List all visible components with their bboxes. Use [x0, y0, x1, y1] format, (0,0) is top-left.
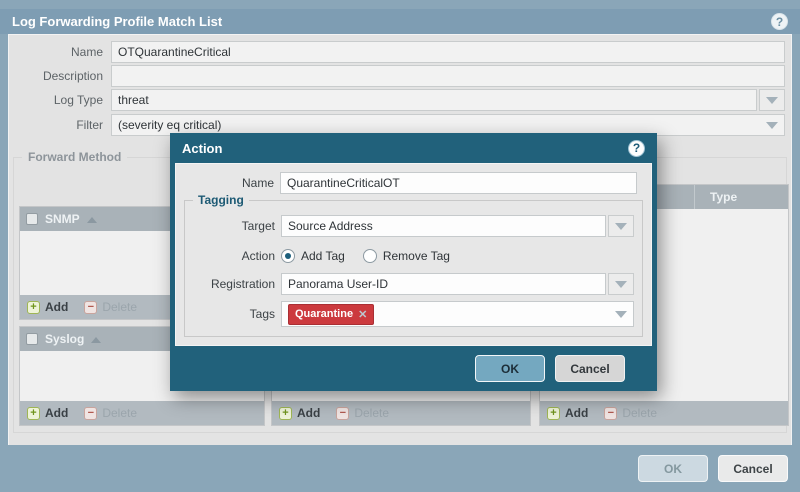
syslog-header-label: Syslog [45, 332, 85, 346]
description-label: Description [42, 69, 103, 83]
action-dialog-titlebar: Action ? [170, 133, 657, 163]
sort-asc-icon [91, 336, 102, 343]
tag-chip-label: Quarantine [295, 308, 354, 320]
log-type-label: Log Type [53, 93, 103, 107]
action-dialog-body: Name Tagging Target Source Address Actio… [175, 163, 652, 346]
sort-asc-icon [86, 216, 97, 223]
snmp-header-label: SNMP [45, 212, 80, 226]
action-dialog-footer: OK Cancel [170, 346, 657, 391]
minus-icon: − [336, 406, 350, 420]
add-tag-radio[interactable] [281, 249, 295, 263]
action-type-label: Action [241, 249, 275, 263]
type-panel-add-button[interactable]: + Add [547, 406, 588, 420]
name-input[interactable] [111, 41, 785, 63]
tag-chip: Quarantine ✕ [288, 303, 375, 325]
remove-tag-radio-label: Remove Tag [382, 249, 450, 263]
tags-row: Tags Quarantine ✕ [185, 301, 634, 327]
target-label: Target [241, 219, 275, 233]
action-row: Action Add Tag Remove Tag [185, 245, 634, 267]
description-input[interactable] [111, 65, 785, 87]
action-cancel-button[interactable]: Cancel [555, 355, 625, 382]
minus-icon: − [84, 300, 98, 314]
tags-field[interactable]: Quarantine ✕ [281, 301, 634, 327]
chevron-down-icon [766, 121, 778, 129]
tags-label: Tags [249, 307, 275, 321]
log-type-select[interactable]: threat [111, 89, 757, 111]
minus-icon: − [604, 406, 618, 420]
action-dialog: Action ? Name Tagging Target Source Addr… [170, 133, 657, 391]
main-dialog-titlebar: Log Forwarding Profile Match List ? [0, 9, 800, 34]
action-name-input[interactable] [280, 172, 637, 194]
minus-icon: − [84, 406, 98, 420]
type-panel-toolbar: + Add − Delete [540, 401, 788, 425]
plus-icon: + [27, 406, 40, 420]
email-add-button[interactable]: + Add [279, 406, 320, 420]
filter-value: (severity eq critical) [118, 118, 222, 132]
chevron-down-icon [615, 310, 627, 318]
target-select[interactable]: Source Address [281, 215, 606, 237]
syslog-add-button[interactable]: + Add [27, 406, 68, 420]
main-ok-button[interactable]: OK [638, 455, 708, 482]
chevron-down-icon [766, 96, 778, 104]
chevron-down-icon [615, 280, 627, 288]
main-dialog-footer: OK Cancel [0, 445, 800, 492]
forward-method-legend: Forward Method [22, 150, 128, 164]
help-icon[interactable]: ? [628, 139, 645, 157]
syslog-delete-button[interactable]: − Delete [84, 406, 137, 420]
chevron-down-icon [615, 222, 627, 230]
target-value: Source Address [288, 219, 373, 233]
registration-dropdown-button[interactable] [608, 273, 634, 295]
log-type-row: Log Type threat [15, 89, 785, 111]
main-cancel-button[interactable]: Cancel [718, 455, 788, 482]
action-dialog-title: Action [182, 140, 223, 156]
name-label: Name [70, 45, 103, 59]
syslog-toolbar: + Add − Delete [20, 401, 264, 425]
registration-row: Registration Panorama User-ID [185, 273, 634, 295]
description-row: Description [15, 65, 785, 87]
type-panel-delete-button[interactable]: − Delete [604, 406, 657, 420]
plus-icon: + [279, 406, 292, 420]
target-dropdown-button[interactable] [608, 215, 634, 237]
add-tag-radio-label: Add Tag [301, 249, 345, 263]
target-row: Target Source Address [185, 215, 634, 237]
email-toolbar: + Add − Delete [272, 401, 530, 425]
registration-label: Registration [210, 277, 275, 291]
help-icon[interactable]: ? [771, 13, 788, 30]
filter-label: Filter [76, 118, 103, 132]
name-row: Name [15, 41, 785, 63]
remove-tag-icon[interactable]: ✕ [358, 308, 367, 321]
log-type-value: threat [118, 93, 149, 107]
column-divider [694, 185, 695, 209]
snmp-add-button[interactable]: + Add [27, 300, 68, 314]
action-name-label: Name [241, 176, 274, 190]
email-delete-button[interactable]: − Delete [336, 406, 389, 420]
registration-select[interactable]: Panorama User-ID [281, 273, 606, 295]
action-ok-button[interactable]: OK [475, 355, 545, 382]
snmp-delete-button[interactable]: − Delete [84, 300, 137, 314]
plus-icon: + [27, 300, 40, 314]
type-column-header[interactable]: Type [702, 190, 782, 204]
syslog-select-all-checkbox[interactable] [26, 333, 38, 345]
plus-icon: + [547, 406, 560, 420]
screen: Log Forwarding Profile Match List ? Name… [0, 0, 800, 492]
tagging-group: Tagging Target Source Address Action Add… [184, 193, 643, 337]
tagging-legend: Tagging [193, 193, 249, 207]
action-name-row: Name [176, 172, 637, 194]
snmp-select-all-checkbox[interactable] [26, 213, 38, 225]
main-dialog-title: Log Forwarding Profile Match List [12, 14, 223, 29]
remove-tag-radio[interactable] [362, 249, 377, 263]
log-type-dropdown-button[interactable] [759, 89, 785, 111]
registration-value: Panorama User-ID [288, 277, 389, 291]
